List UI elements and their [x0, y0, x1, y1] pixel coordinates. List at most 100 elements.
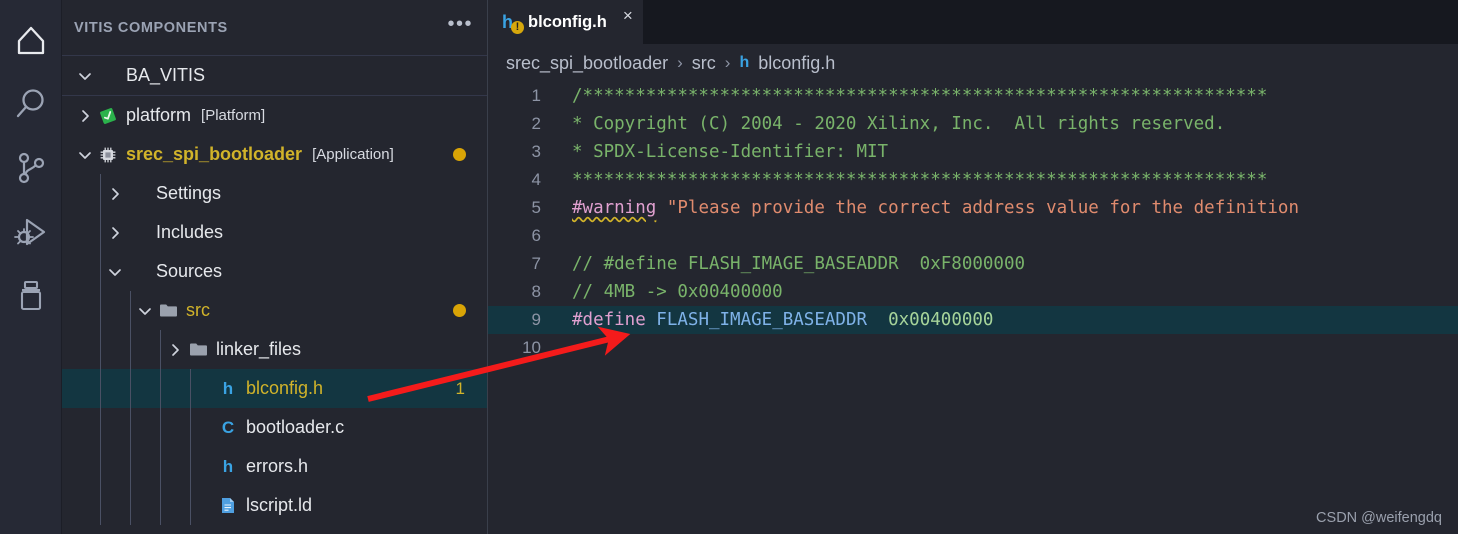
indent-guide [100, 408, 101, 447]
chevron-down-icon[interactable] [74, 65, 96, 87]
code-line[interactable]: 4 ***************************************… [488, 166, 1458, 194]
indent-guide [190, 369, 191, 408]
code-text: #warning "Please provide the correct add… [550, 198, 1299, 218]
code-text: // 4MB -> 0x00400000 [550, 282, 783, 302]
tab-bar: h ! blconfig.h × [488, 0, 1458, 44]
indent-guide [100, 330, 101, 369]
tree-item-sources[interactable]: Sources [62, 252, 487, 291]
tree-item-label: src [186, 300, 210, 320]
code-line[interactable]: 2 * Copyright (C) 2004 - 2020 Xilinx, Inc… [488, 110, 1458, 138]
code-line[interactable]: 9 #define FLASH_IMAGE_BASEADDR 0x00400000 [488, 306, 1458, 334]
warning-badge: ! [511, 21, 524, 34]
indent-guide [100, 213, 101, 252]
run-debug-icon[interactable] [0, 200, 62, 264]
tree-item-errors-h[interactable]: h errors.h [62, 447, 487, 486]
tree-item-blconfig-h[interactable]: h blconfig.h 1 [62, 369, 487, 408]
editor-area: h ! blconfig.h × srec_spi_bootloader › src… [488, 0, 1458, 534]
extensions-icon[interactable] [0, 264, 62, 328]
code-text: ****************************************… [550, 170, 1267, 190]
chevron-right-icon[interactable] [164, 339, 186, 361]
more-actions-icon[interactable]: ••• [447, 14, 473, 37]
tree-item-src[interactable]: src [62, 291, 487, 330]
modified-dot [453, 148, 466, 161]
line-number: 6 [531, 226, 541, 245]
code-text: * SPDX-License-Identifier: MIT [550, 142, 888, 162]
tree-item-label: platform [126, 105, 192, 125]
tree-item-settings[interactable]: Settings [62, 174, 487, 213]
chevron-right-icon[interactable] [104, 222, 126, 244]
indent-guide [100, 291, 101, 330]
code-line[interactable]: 6 [488, 222, 1458, 250]
application-chip-icon [96, 144, 120, 166]
tree-root-row[interactable]: BA_VITIS [62, 56, 487, 96]
code-line[interactable]: 8 // 4MB -> 0x00400000 [488, 278, 1458, 306]
tab-blconfig-h[interactable]: h ! blconfig.h × [488, 0, 643, 44]
code-line[interactable]: 3 * SPDX-License-Identifier: MIT [488, 138, 1458, 166]
code-text: /***************************************… [550, 86, 1267, 106]
indent-guide [100, 369, 101, 408]
breadcrumb-part[interactable]: blconfig.h [758, 53, 835, 74]
tree-item-label: Settings [156, 183, 222, 203]
no-icon [126, 222, 150, 244]
chevron-down-icon[interactable] [134, 300, 156, 322]
code-token: // #define FLASH_IMAGE_BASEADDR 0xF80000… [572, 254, 1026, 274]
tree-item-srec-spi-bootloader[interactable]: srec_spi_bootloader [Application] [62, 135, 487, 174]
indent-guide [160, 486, 161, 525]
tree-item-label: bootloader.c [246, 417, 345, 437]
chevron-down-icon[interactable] [104, 261, 126, 283]
code-line[interactable]: 10 [488, 334, 1458, 362]
watermark: CSDN @weifengdq [1316, 510, 1442, 526]
code-line[interactable]: 7 // #define FLASH_IMAGE_BASEADDR 0xF8000… [488, 250, 1458, 278]
h-file-icon: h [739, 54, 750, 71]
code-token: * SPDX-License-Identifier: MIT [572, 142, 889, 162]
indent-guide [130, 486, 131, 525]
tree-item-label: BA_VITIS [126, 65, 206, 85]
line-number: 1 [531, 86, 541, 105]
no-icon [96, 65, 120, 87]
code-token: /***************************************… [572, 86, 1268, 106]
tree-item-lscript-ld[interactable]: lscript.ld [62, 486, 487, 525]
tab-label: blconfig.h [528, 12, 607, 31]
chevron-right-icon[interactable] [104, 183, 126, 205]
code-text: * Copyright (C) 2004 - 2020 Xilinx, Inc.… [550, 114, 1225, 134]
code-line[interactable]: 1 /**************************************… [488, 82, 1458, 110]
code-editor[interactable]: 1 /**************************************… [488, 82, 1458, 534]
component-tree: BA_VITIS platform [Platform] srec_spi_bootl… [62, 56, 487, 534]
source-control-icon[interactable] [0, 136, 62, 200]
tree-item-includes[interactable]: Includes [62, 213, 487, 252]
tree-item-linker-files[interactable]: linker_files [62, 330, 487, 369]
code-token: FLASH_IMAGE_BASEADDR [645, 310, 868, 330]
tree-item-label: Sources [156, 261, 223, 281]
chevron-down-icon[interactable] [74, 144, 96, 166]
breadcrumb-part[interactable]: src [692, 53, 716, 74]
tree-item-label: Includes [156, 222, 224, 242]
indent-guide [160, 447, 161, 486]
vscode-window: VITIS COMPONENTS ••• BA_VITIS platform [Pl… [0, 0, 1458, 534]
chevron-right-icon[interactable] [74, 105, 96, 127]
code-line[interactable]: 5 #warning "Please provide the correct ad… [488, 194, 1458, 222]
breadcrumb-separator: › [677, 53, 683, 72]
tree-item-bootloader-c[interactable]: Cbootloader.c [62, 408, 487, 447]
code-token: // 4MB -> 0x00400000 [572, 282, 783, 302]
code-token: ****************************************… [572, 170, 1268, 190]
tree-item-platform[interactable]: platform [Platform] [62, 96, 487, 135]
breadcrumb-part[interactable]: srec_spi_bootloader [506, 53, 668, 74]
home-icon[interactable] [0, 8, 62, 72]
line-number: 3 [531, 142, 541, 161]
line-number: 7 [531, 254, 541, 273]
folder-icon [186, 339, 210, 361]
breadcrumb-separator: › [724, 53, 731, 72]
indent-guide [100, 486, 101, 525]
no-icon [126, 261, 150, 283]
indent-guide [100, 447, 101, 486]
tree-item-tag: [Application] [312, 146, 394, 163]
c-file-icon: C [221, 417, 235, 437]
line-number: 9 [531, 310, 541, 329]
search-icon[interactable] [0, 72, 62, 136]
tree-item-label: errors.h [246, 456, 309, 476]
sidebar-header: VITIS COMPONENTS ••• [62, 0, 487, 56]
h-file-icon: h ! [502, 11, 524, 34]
close-icon[interactable]: × [623, 6, 633, 26]
line-number: 2 [531, 114, 541, 133]
tree-item-label: srec_spi_bootloader [126, 144, 303, 164]
